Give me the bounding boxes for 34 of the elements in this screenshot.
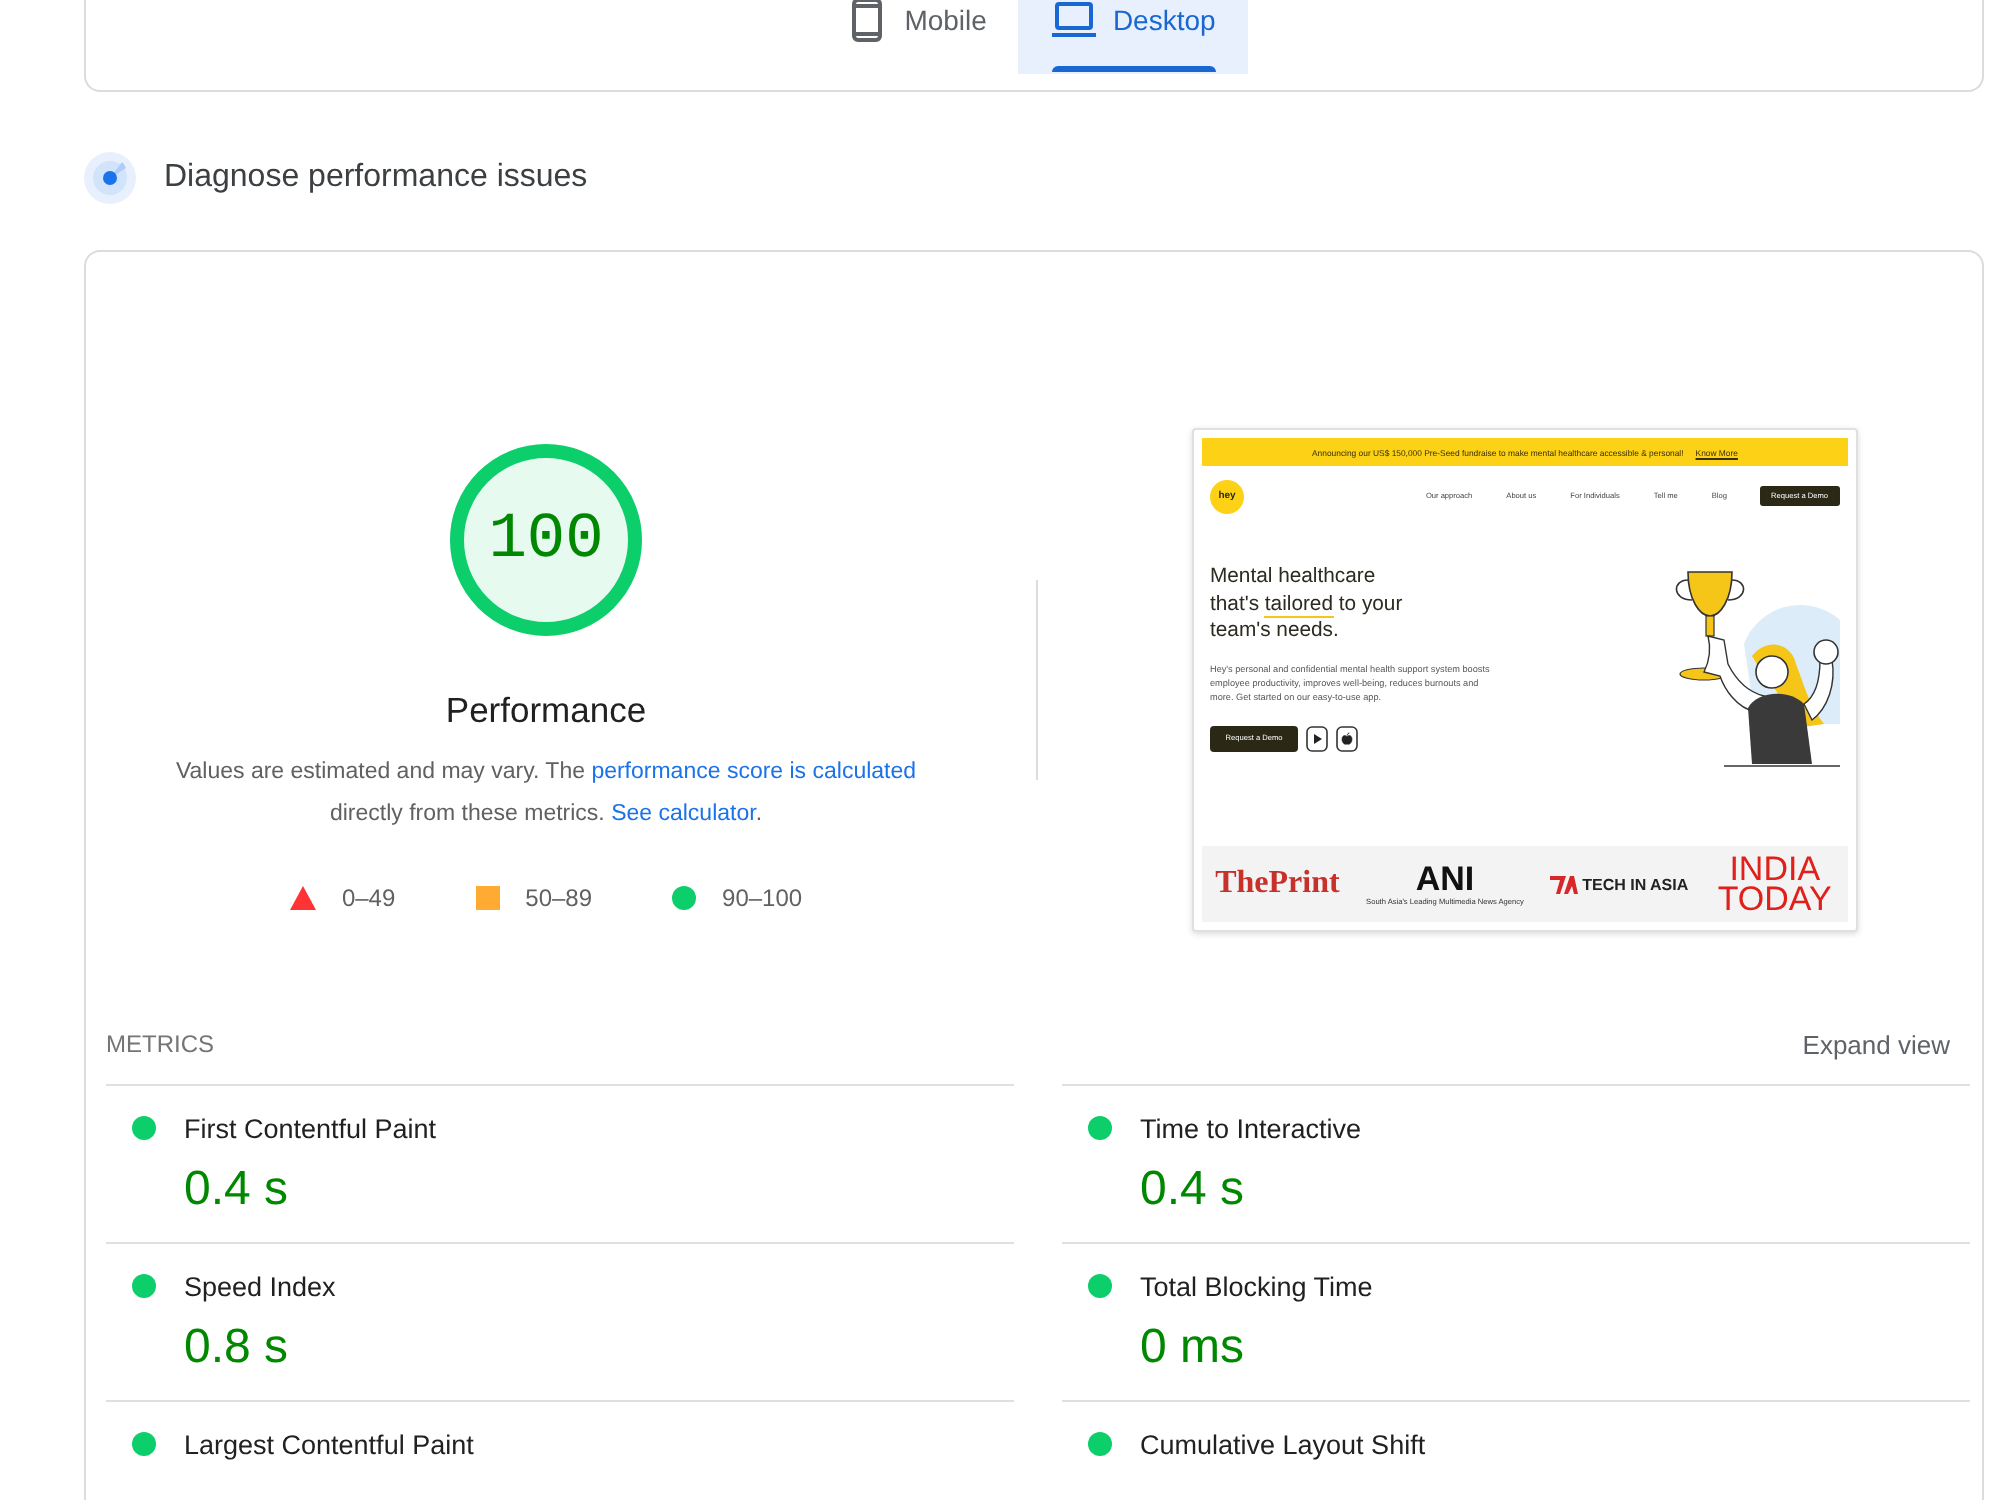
logo-mark-icon	[1550, 874, 1579, 894]
legend-label: 50–89	[525, 884, 593, 912]
device-tab[interactable]: Desktop	[1018, 0, 1248, 74]
laptop-icon	[1052, 1, 1097, 37]
metric-value: 0.4 s	[184, 1162, 289, 1218]
text-link[interactable]: See calculator	[611, 802, 756, 826]
metric-label: Speed Index	[184, 1271, 336, 1301]
device-tab[interactable]: Mobile	[820, 0, 1019, 74]
score-description: Values are estimated and may vary. The performance score is calculated directly from these metrics. See calculator.	[173, 758, 919, 830]
press-logo: TECH IN ASIA	[1582, 875, 1689, 893]
metric-label: Largest Contentful Paint	[184, 1429, 474, 1459]
metric-label: Total Blocking Time	[1140, 1271, 1373, 1301]
hero-headline: Mental healthcare that's tailored to your team's needs.	[1210, 564, 1405, 645]
metric-label: Cumulative Layout Shift	[1140, 1429, 1426, 1459]
metric-value: 0 ms	[1140, 1320, 1245, 1376]
category-title: Performance	[445, 688, 647, 734]
apple-icon	[1336, 725, 1358, 751]
metric-value: 0.8 s	[184, 1320, 289, 1376]
legend-label: 90–100	[722, 884, 803, 912]
metric-label: First Contentful Paint	[184, 1113, 437, 1143]
metric-value: 0.4 s	[1140, 1162, 1245, 1218]
metric-label: Time to Interactive	[1140, 1113, 1362, 1143]
score-value: 100	[488, 508, 604, 572]
metrics-heading: METRICS	[106, 1030, 214, 1058]
phone-icon	[852, 0, 883, 41]
play-icon	[1306, 725, 1328, 751]
press-logo: INDIA TODAY	[1715, 854, 1834, 914]
radar-icon	[84, 152, 136, 204]
section-title: Diagnose performance issues	[164, 160, 588, 196]
legend-label: 0–49	[341, 884, 396, 912]
press-logo: ANI	[1415, 862, 1475, 898]
text-link[interactable]: performance score is calculated	[591, 760, 917, 784]
expand-view-button[interactable]: Expand view	[1802, 1029, 1950, 1059]
press-logo: ThePrint	[1215, 866, 1340, 902]
